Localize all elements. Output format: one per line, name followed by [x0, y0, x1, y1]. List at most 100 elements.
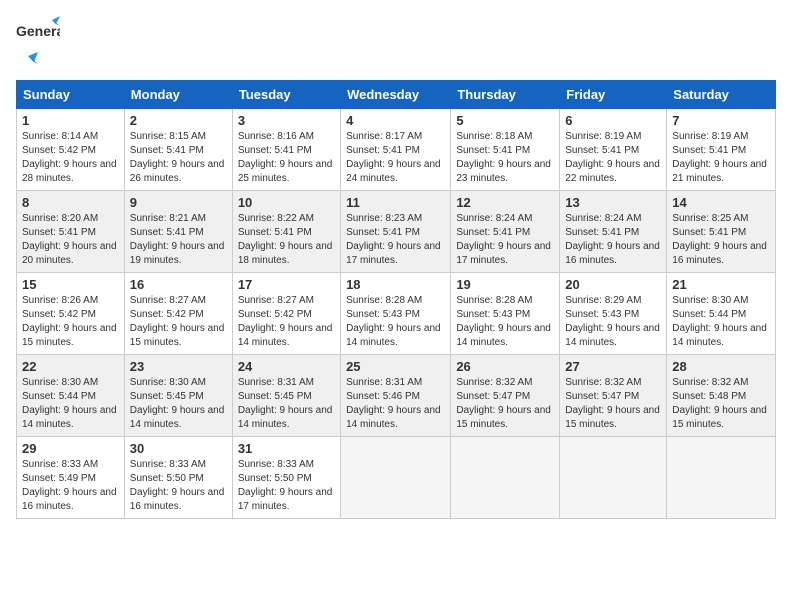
- day-info: Sunrise: 8:23 AMSunset: 5:41 PMDaylight:…: [346, 213, 441, 266]
- day-number: 12: [456, 195, 554, 210]
- weekday-header-thursday: Thursday: [451, 81, 560, 109]
- page-container: General SundayMondayT: [0, 0, 792, 535]
- day-info: Sunrise: 8:32 AMSunset: 5:47 PMDaylight:…: [565, 377, 660, 430]
- calendar-cell: 25 Sunrise: 8:31 AMSunset: 5:46 PMDaylig…: [341, 355, 451, 437]
- calendar-table: SundayMondayTuesdayWednesdayThursdayFrid…: [16, 80, 776, 519]
- day-number: 29: [22, 441, 119, 456]
- day-number: 16: [130, 277, 227, 292]
- calendar-cell: 8 Sunrise: 8:20 AMSunset: 5:41 PMDayligh…: [17, 191, 125, 273]
- day-number: 21: [672, 277, 770, 292]
- weekday-header-sunday: Sunday: [17, 81, 125, 109]
- day-info: Sunrise: 8:15 AMSunset: 5:41 PMDaylight:…: [130, 131, 225, 184]
- day-number: 20: [565, 277, 661, 292]
- svg-text:General: General: [16, 23, 60, 39]
- calendar-cell: 30 Sunrise: 8:33 AMSunset: 5:50 PMDaylig…: [124, 437, 232, 519]
- calendar-cell: 13 Sunrise: 8:24 AMSunset: 5:41 PMDaylig…: [560, 191, 667, 273]
- day-info: Sunrise: 8:32 AMSunset: 5:48 PMDaylight:…: [672, 377, 767, 430]
- day-info: Sunrise: 8:25 AMSunset: 5:41 PMDaylight:…: [672, 213, 767, 266]
- day-info: Sunrise: 8:27 AMSunset: 5:42 PMDaylight:…: [238, 295, 333, 348]
- logo-bird-icon: [18, 52, 40, 74]
- day-number: 19: [456, 277, 554, 292]
- calendar-cell: 18 Sunrise: 8:28 AMSunset: 5:43 PMDaylig…: [341, 273, 451, 355]
- day-number: 28: [672, 359, 770, 374]
- day-number: 1: [22, 113, 119, 128]
- calendar-cell: 22 Sunrise: 8:30 AMSunset: 5:44 PMDaylig…: [17, 355, 125, 437]
- weekday-header-friday: Friday: [560, 81, 667, 109]
- day-number: 7: [672, 113, 770, 128]
- calendar-week-row: 1 Sunrise: 8:14 AMSunset: 5:42 PMDayligh…: [17, 109, 776, 191]
- calendar-cell: 24 Sunrise: 8:31 AMSunset: 5:45 PMDaylig…: [232, 355, 340, 437]
- day-number: 11: [346, 195, 445, 210]
- day-info: Sunrise: 8:27 AMSunset: 5:42 PMDaylight:…: [130, 295, 225, 348]
- day-number: 5: [456, 113, 554, 128]
- calendar-cell: 10 Sunrise: 8:22 AMSunset: 5:41 PMDaylig…: [232, 191, 340, 273]
- calendar-cell: 28 Sunrise: 8:32 AMSunset: 5:48 PMDaylig…: [667, 355, 776, 437]
- day-info: Sunrise: 8:31 AMSunset: 5:46 PMDaylight:…: [346, 377, 441, 430]
- day-info: Sunrise: 8:28 AMSunset: 5:43 PMDaylight:…: [456, 295, 551, 348]
- day-info: Sunrise: 8:16 AMSunset: 5:41 PMDaylight:…: [238, 131, 333, 184]
- day-info: Sunrise: 8:33 AMSunset: 5:50 PMDaylight:…: [238, 459, 333, 512]
- day-number: 15: [22, 277, 119, 292]
- calendar-week-row: 29 Sunrise: 8:33 AMSunset: 5:49 PMDaylig…: [17, 437, 776, 519]
- calendar-week-row: 15 Sunrise: 8:26 AMSunset: 5:42 PMDaylig…: [17, 273, 776, 355]
- calendar-cell: 5 Sunrise: 8:18 AMSunset: 5:41 PMDayligh…: [451, 109, 560, 191]
- weekday-header-saturday: Saturday: [667, 81, 776, 109]
- day-number: 26: [456, 359, 554, 374]
- calendar-cell: 7 Sunrise: 8:19 AMSunset: 5:41 PMDayligh…: [667, 109, 776, 191]
- weekday-header-wednesday: Wednesday: [341, 81, 451, 109]
- day-info: Sunrise: 8:20 AMSunset: 5:41 PMDaylight:…: [22, 213, 117, 266]
- day-number: 14: [672, 195, 770, 210]
- calendar-cell: 23 Sunrise: 8:30 AMSunset: 5:45 PMDaylig…: [124, 355, 232, 437]
- day-info: Sunrise: 8:30 AMSunset: 5:44 PMDaylight:…: [22, 377, 117, 430]
- day-number: 24: [238, 359, 335, 374]
- day-info: Sunrise: 8:19 AMSunset: 5:41 PMDaylight:…: [565, 131, 660, 184]
- day-info: Sunrise: 8:33 AMSunset: 5:49 PMDaylight:…: [22, 459, 117, 512]
- day-number: 6: [565, 113, 661, 128]
- day-info: Sunrise: 8:18 AMSunset: 5:41 PMDaylight:…: [456, 131, 551, 184]
- weekday-header-tuesday: Tuesday: [232, 81, 340, 109]
- calendar-cell: 14 Sunrise: 8:25 AMSunset: 5:41 PMDaylig…: [667, 191, 776, 273]
- calendar-cell: [451, 437, 560, 519]
- day-info: Sunrise: 8:14 AMSunset: 5:42 PMDaylight:…: [22, 131, 117, 184]
- calendar-cell: 9 Sunrise: 8:21 AMSunset: 5:41 PMDayligh…: [124, 191, 232, 273]
- day-number: 18: [346, 277, 445, 292]
- day-info: Sunrise: 8:24 AMSunset: 5:41 PMDaylight:…: [565, 213, 660, 266]
- day-number: 3: [238, 113, 335, 128]
- day-number: 4: [346, 113, 445, 128]
- day-info: Sunrise: 8:19 AMSunset: 5:41 PMDaylight:…: [672, 131, 767, 184]
- day-info: Sunrise: 8:30 AMSunset: 5:44 PMDaylight:…: [672, 295, 767, 348]
- calendar-cell: 1 Sunrise: 8:14 AMSunset: 5:42 PMDayligh…: [17, 109, 125, 191]
- day-number: 10: [238, 195, 335, 210]
- day-number: 8: [22, 195, 119, 210]
- calendar-cell: [341, 437, 451, 519]
- calendar-cell: 31 Sunrise: 8:33 AMSunset: 5:50 PMDaylig…: [232, 437, 340, 519]
- day-number: 27: [565, 359, 661, 374]
- calendar-cell: 11 Sunrise: 8:23 AMSunset: 5:41 PMDaylig…: [341, 191, 451, 273]
- day-info: Sunrise: 8:21 AMSunset: 5:41 PMDaylight:…: [130, 213, 225, 266]
- day-info: Sunrise: 8:26 AMSunset: 5:42 PMDaylight:…: [22, 295, 117, 348]
- logo: General: [16, 16, 60, 74]
- calendar-cell: 21 Sunrise: 8:30 AMSunset: 5:44 PMDaylig…: [667, 273, 776, 355]
- calendar-cell: 2 Sunrise: 8:15 AMSunset: 5:41 PMDayligh…: [124, 109, 232, 191]
- day-info: Sunrise: 8:33 AMSunset: 5:50 PMDaylight:…: [130, 459, 225, 512]
- day-number: 23: [130, 359, 227, 374]
- calendar-header-row: SundayMondayTuesdayWednesdayThursdayFrid…: [17, 81, 776, 109]
- day-number: 2: [130, 113, 227, 128]
- calendar-cell: [560, 437, 667, 519]
- day-info: Sunrise: 8:24 AMSunset: 5:41 PMDaylight:…: [456, 213, 551, 266]
- calendar-cell: 6 Sunrise: 8:19 AMSunset: 5:41 PMDayligh…: [560, 109, 667, 191]
- calendar-week-row: 22 Sunrise: 8:30 AMSunset: 5:44 PMDaylig…: [17, 355, 776, 437]
- calendar-cell: [667, 437, 776, 519]
- day-number: 31: [238, 441, 335, 456]
- calendar-week-row: 8 Sunrise: 8:20 AMSunset: 5:41 PMDayligh…: [17, 191, 776, 273]
- day-info: Sunrise: 8:17 AMSunset: 5:41 PMDaylight:…: [346, 131, 441, 184]
- day-number: 25: [346, 359, 445, 374]
- calendar-cell: 17 Sunrise: 8:27 AMSunset: 5:42 PMDaylig…: [232, 273, 340, 355]
- day-number: 13: [565, 195, 661, 210]
- calendar-cell: 27 Sunrise: 8:32 AMSunset: 5:47 PMDaylig…: [560, 355, 667, 437]
- calendar-cell: 15 Sunrise: 8:26 AMSunset: 5:42 PMDaylig…: [17, 273, 125, 355]
- weekday-header-monday: Monday: [124, 81, 232, 109]
- day-info: Sunrise: 8:28 AMSunset: 5:43 PMDaylight:…: [346, 295, 441, 348]
- day-number: 22: [22, 359, 119, 374]
- day-info: Sunrise: 8:29 AMSunset: 5:43 PMDaylight:…: [565, 295, 660, 348]
